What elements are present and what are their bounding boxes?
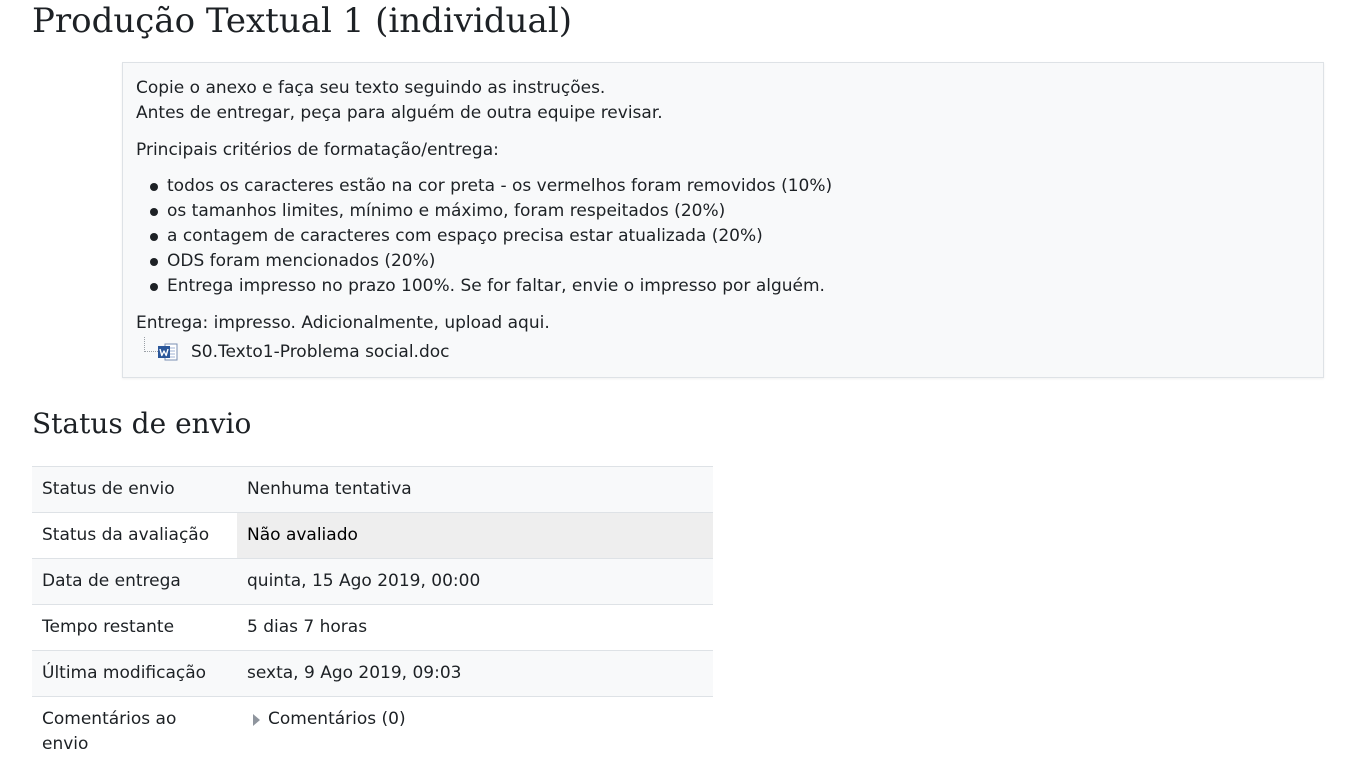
criteria-item: ODS foram mencionados (20%) — [150, 249, 1310, 274]
table-row: Status de envio Nenhuma tentativa — [32, 466, 713, 513]
row-label: Última modificação — [42, 663, 207, 683]
attachment-item: S0.Texto1-Problema social.doc — [136, 337, 1310, 365]
row-label: Tempo restante — [42, 617, 175, 637]
caret-right-icon — [253, 713, 260, 726]
tree-connector — [144, 337, 158, 352]
word-document-icon — [158, 343, 178, 361]
criteria-item: os tamanhos limites, mínimo e máximo, fo… — [150, 199, 1310, 224]
grading-status-value: Não avaliado — [237, 512, 713, 559]
criteria-item: Entrega impresso no prazo 100%. Se for f… — [150, 274, 1310, 299]
table-row: Última modificação sexta, 9 Ago 2019, 09… — [32, 650, 713, 697]
table-row: Data de entrega quinta, 15 Ago 2019, 00:… — [32, 558, 713, 605]
comments-link[interactable]: Comentários (0) — [268, 707, 406, 732]
row-label: Data de entrega — [42, 571, 181, 591]
row-label: Status da avaliação — [42, 525, 210, 545]
row-label: Comentários ao envio — [42, 709, 177, 754]
row-label: Status de envio — [42, 479, 175, 499]
assignment-intro-box: Copie o anexo e faça seu texto seguindo … — [122, 62, 1324, 378]
comments-toggle[interactable]: Comentários (0) — [247, 707, 406, 732]
row-value: Nenhuma tentativa — [247, 479, 412, 499]
table-row: Comentários ao envio Comentários (0) — [32, 696, 713, 768]
table-row: Tempo restante 5 dias 7 horas — [32, 604, 713, 651]
submission-status-table: Status de envio Nenhuma tentativa Status… — [32, 466, 713, 767]
intro-line-2: Antes de entregar, peça para alguém de o… — [136, 103, 663, 123]
delivery-note: Entrega: impresso. Adicionalmente, uploa… — [136, 313, 550, 333]
row-value: Comentários (0) — [237, 697, 713, 768]
assignment-page: Produção Textual 1 (individual) Copie o … — [0, 0, 1352, 777]
submission-status-heading: Status de envio — [32, 407, 252, 440]
row-value: sexta, 9 Ago 2019, 09:03 — [247, 663, 462, 683]
criteria-item: a contagem de caracteres com espaço prec… — [150, 224, 1310, 249]
table-row: Status da avaliação Não avaliado — [32, 512, 713, 559]
criteria-list: todos os caracteres estão na cor preta -… — [136, 174, 1310, 299]
criteria-item: todos os caracteres estão na cor preta -… — [150, 174, 1310, 199]
page-title: Produção Textual 1 (individual) — [32, 1, 572, 41]
intro-line-1: Copie o anexo e faça seu texto seguindo … — [136, 78, 606, 98]
attachment-link[interactable]: S0.Texto1-Problema social.doc — [191, 342, 449, 362]
criteria-heading: Principais critérios de formatação/entre… — [136, 140, 499, 160]
row-value: 5 dias 7 horas — [247, 617, 368, 637]
row-value: quinta, 15 Ago 2019, 00:00 — [247, 571, 481, 591]
